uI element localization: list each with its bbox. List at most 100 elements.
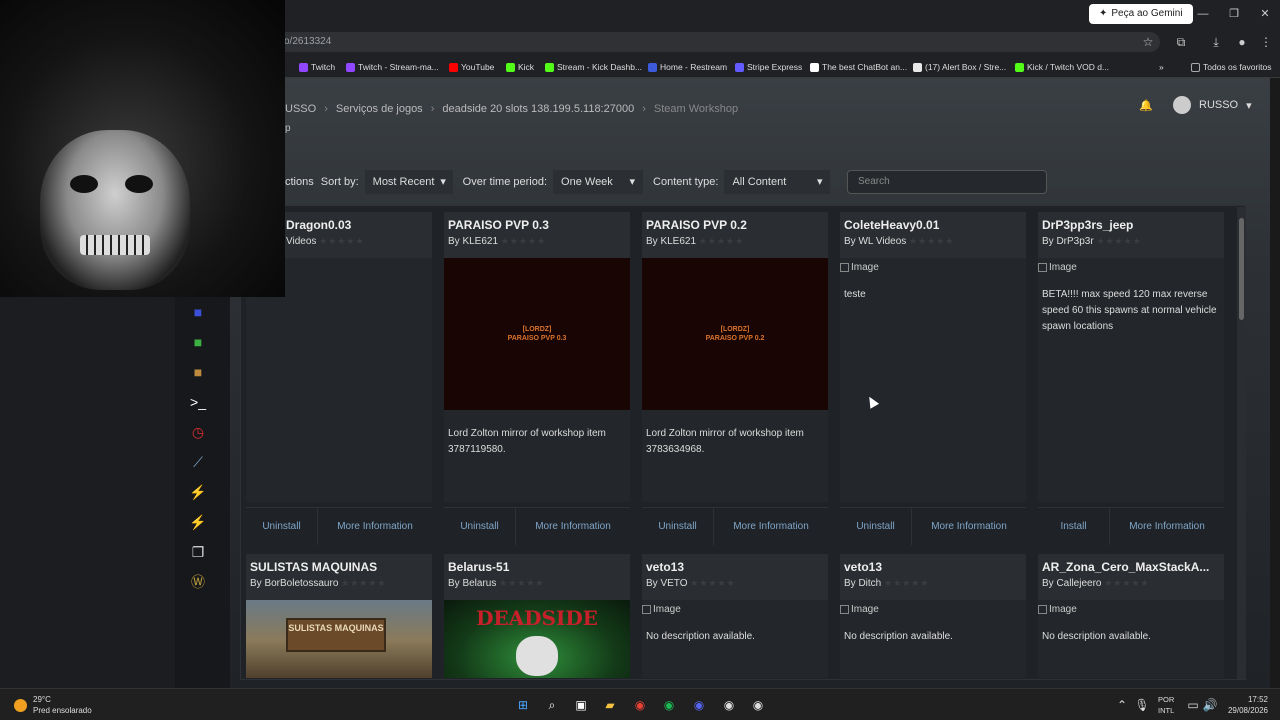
uninstall-button[interactable]: Uninstall — [246, 508, 318, 545]
close-icon[interactable]: ✕ — [1255, 6, 1275, 22]
chart-icon[interactable]: ⟋ — [188, 452, 208, 472]
network-icon[interactable]: ▭ — [1184, 696, 1202, 714]
scrollbar-thumb[interactable] — [1239, 218, 1244, 320]
more-information-button[interactable]: More Information — [714, 508, 828, 545]
user-menu[interactable]: RUSSO ▾ — [1173, 96, 1252, 114]
card-title[interactable]: Belarus-51 — [448, 560, 626, 574]
bookmark-restream[interactable]: Home - Restream — [648, 60, 727, 74]
thumb-text: PARAISO PVP 0.3 — [507, 335, 567, 342]
broken-image-icon — [840, 263, 849, 272]
volume-icon[interactable]: 🔊 — [1201, 696, 1219, 714]
ask-gemini-button[interactable]: ✦ Peça ao Gemini — [1089, 4, 1193, 24]
card-title[interactable]: PARAISO PVP 0.3 — [448, 218, 626, 232]
more-information-button[interactable]: More Information — [318, 508, 432, 545]
card-author: Videos — [286, 236, 317, 247]
card-author: By Ditch — [844, 578, 882, 589]
file-explorer-icon[interactable]: ▰ — [601, 696, 619, 714]
windows-start-icon[interactable]: ⊞ — [514, 696, 532, 714]
card-title[interactable]: ColeteHeavy0.01 — [844, 218, 1022, 232]
broken-image: Image — [1038, 258, 1224, 273]
card-thumbnail[interactable]: DEADSIDE — [444, 600, 630, 678]
lang-line: INTL — [1158, 706, 1175, 715]
lightning-icon[interactable]: ⚡ — [188, 482, 208, 502]
uninstall-button[interactable]: Uninstall — [840, 508, 912, 545]
thumb-sign-text: SULISTAS MAQUINAS — [286, 618, 386, 652]
search-icon[interactable]: ⌕ — [543, 696, 561, 714]
bookmark-vod[interactable]: Kick / Twitch VOD d... — [1015, 60, 1109, 74]
bookmark-twitch-stream[interactable]: Twitch - Stream-ma... — [346, 60, 439, 74]
restore-icon[interactable]: ❐ — [1224, 6, 1244, 22]
bookmark-kick-dashboard[interactable]: Stream - Kick Dashb... — [545, 60, 642, 74]
breadcrumb-item[interactable]: deadside 20 slots 138.199.5.118:27000 — [442, 103, 634, 115]
bookmark-alertbox[interactable]: (17) Alert Box / Stre... — [913, 60, 1006, 74]
clock[interactable]: 17:52 29/08/2026 — [1224, 694, 1268, 716]
all-favorites[interactable]: Todos os favoritos — [1191, 60, 1272, 74]
extensions-icon[interactable]: ⧉ — [1173, 34, 1189, 50]
card-thumbnail[interactable]: SULISTAS MAQUINAS — [246, 600, 432, 678]
more-information-button[interactable]: More Information — [1110, 508, 1224, 545]
bookmark-youtube[interactable]: YouTube — [449, 60, 494, 74]
bookmark-chatbot[interactable]: The best ChatBot an... — [810, 60, 907, 74]
bookmark-stripe[interactable]: Stripe Express — [735, 60, 802, 74]
rss-icon[interactable]: ❐ — [188, 542, 208, 562]
microphone-icon[interactable]: 🎙 — [1133, 696, 1151, 714]
more-information-button[interactable]: More Information — [912, 508, 1026, 545]
workshop-icon[interactable]: Ⓦ — [188, 572, 208, 592]
bookmark-star-icon[interactable]: ☆ — [1140, 34, 1156, 50]
bookmark-kick[interactable]: Kick — [506, 60, 534, 74]
card-header: SULISTAS MAQUINAS By BorBoletossauro ★★★… — [246, 554, 432, 600]
card-title[interactable]: Dragon0.03 — [286, 218, 428, 232]
chrome-icon[interactable]: ◉ — [631, 696, 649, 714]
card-title[interactable]: SULISTAS MAQUINAS — [250, 560, 428, 574]
sidebar-icon-2[interactable]: ■ — [188, 332, 208, 352]
caret-down-icon: ▾ — [629, 176, 636, 188]
sidebar-icon-1[interactable]: ■ — [188, 302, 208, 322]
weather-widget[interactable]: 29°C Pred ensolarado — [14, 694, 92, 716]
obs-icon[interactable]: ◉ — [720, 696, 738, 714]
unreal-icon[interactable]: ◉ — [749, 696, 767, 714]
card-actions: Uninstall More Information — [246, 507, 432, 545]
more-information-button[interactable]: More Information — [516, 508, 630, 545]
minimize-icon[interactable]: — — [1193, 6, 1213, 22]
sort-select[interactable]: Most Recent ▾ — [364, 170, 453, 194]
bookmark-label: Kick — [518, 62, 535, 72]
card-thumbnail[interactable]: [LORDZ] PARAISO PVP 0.2 — [642, 258, 828, 410]
clock-icon[interactable]: ◷ — [188, 422, 208, 442]
install-button[interactable]: Install — [1038, 508, 1110, 545]
card-author: By Belarus — [448, 578, 497, 589]
bell-icon[interactable]: 🔔 — [1139, 99, 1153, 112]
sidebar-icon-3[interactable]: ■ — [188, 362, 208, 382]
card-title[interactable]: veto13 — [844, 560, 1022, 574]
card-title[interactable]: PARAISO PVP 0.2 — [646, 218, 824, 232]
breadcrumb-item[interactable]: USSO — [285, 103, 316, 115]
address-bar[interactable]: o/2613324 — [240, 32, 1160, 52]
chevron-up-icon[interactable]: ⌃ — [1113, 696, 1131, 714]
profile-icon[interactable]: ● — [1234, 34, 1250, 50]
period-select[interactable]: One Week ▾ — [553, 170, 644, 194]
terminal-icon[interactable]: >_ — [188, 392, 208, 412]
more-bookmarks-icon[interactable]: » — [1159, 60, 1164, 74]
image-alt-text: Image — [851, 262, 879, 273]
uninstall-button[interactable]: Uninstall — [642, 508, 714, 545]
image-alt-text: Image — [653, 604, 681, 615]
bookmark-twitch[interactable]: Twitch — [299, 60, 335, 74]
content-type-select[interactable]: All Content ▾ — [724, 170, 831, 194]
language-indicator[interactable]: POR INTL — [1158, 694, 1174, 716]
broken-image: Image — [840, 258, 1026, 273]
spotify-icon[interactable]: ◉ — [660, 696, 678, 714]
uninstall-button[interactable]: Uninstall — [444, 508, 516, 545]
discord-icon[interactable]: ◉ — [690, 696, 708, 714]
task-view-icon[interactable]: ▣ — [572, 696, 590, 714]
filter-lead-text: ctions — [285, 176, 314, 188]
menu-icon[interactable]: ⋮ — [1258, 34, 1274, 50]
card-title[interactable]: DrP3pp3rs_jeep — [1042, 218, 1220, 232]
download-icon[interactable]: ⤓ — [1208, 34, 1224, 50]
card-title[interactable]: AR_Zona_Cero_MaxStackA... — [1042, 560, 1220, 574]
image-alt-text: Image — [1049, 262, 1077, 273]
caret-down-icon: ▾ — [440, 176, 446, 188]
search-input[interactable]: Search — [847, 170, 1047, 194]
card-thumbnail[interactable]: [LORDZ] PARAISO PVP 0.3 — [444, 258, 630, 410]
lightning-icon-2[interactable]: ⚡ — [188, 512, 208, 532]
card-title[interactable]: veto13 — [646, 560, 824, 574]
breadcrumb-item[interactable]: Serviços de jogos — [336, 103, 423, 115]
